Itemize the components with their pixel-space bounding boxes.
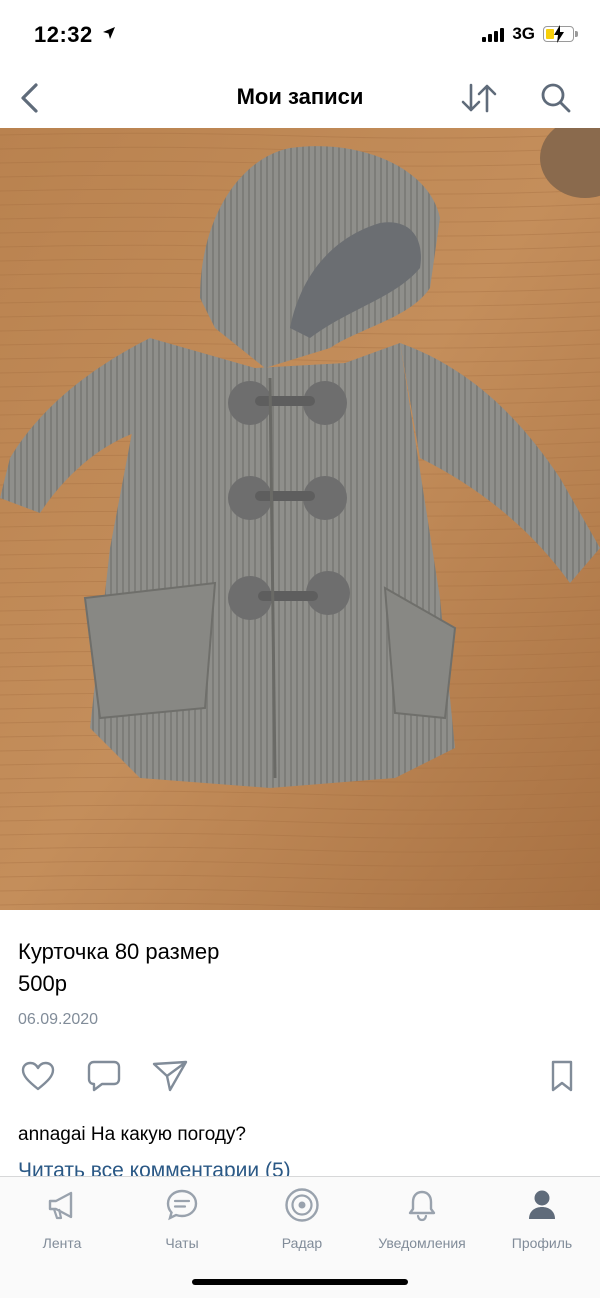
share-button[interactable]	[150, 1056, 190, 1096]
heart-icon	[21, 1061, 55, 1091]
signal-strength-icon	[482, 26, 505, 42]
tab-label: Чаты	[165, 1235, 199, 1251]
status-time: 12:32	[34, 22, 93, 47]
tab-label: Радар	[281, 1235, 323, 1251]
tab-label: Уведомления	[378, 1235, 466, 1251]
comment-button[interactable]	[84, 1056, 124, 1096]
like-button[interactable]	[18, 1056, 58, 1096]
person-icon	[529, 1190, 555, 1219]
post-actions	[0, 1050, 600, 1098]
tab-label: Профиль	[511, 1235, 573, 1251]
comment-bubble-icon	[87, 1060, 121, 1092]
post-photo[interactable]	[0, 128, 600, 910]
sort-arrows-icon	[461, 83, 497, 113]
tab-feed[interactable]: Лента	[2, 1185, 122, 1251]
comment-author[interactable]: annagai	[18, 1124, 86, 1145]
chat-bubble-icon	[166, 1189, 198, 1221]
tab-chats[interactable]: Чаты	[122, 1185, 242, 1251]
megaphone-icon	[48, 1191, 73, 1220]
coat-photo-image	[0, 128, 600, 910]
status-bar: 12:32 3G	[0, 0, 600, 70]
post-title: Курточка 80 размер	[18, 939, 220, 964]
status-indicators: 3G	[482, 24, 578, 44]
search-icon	[541, 83, 571, 113]
navigation-bar: Мои записи	[0, 70, 600, 126]
post-price: 500р	[18, 971, 67, 996]
tab-notifications[interactable]: Уведомления	[362, 1185, 482, 1251]
tab-radar[interactable]: Радар	[242, 1185, 362, 1251]
share-arrow-icon	[152, 1060, 188, 1092]
search-button[interactable]	[536, 78, 576, 118]
network-type: 3G	[512, 24, 535, 43]
comment-text: На какую погоду?	[90, 1124, 246, 1145]
comment-preview: annagai На какую погоду?	[18, 1124, 246, 1146]
battery-icon	[543, 25, 578, 43]
location-arrow-icon	[102, 26, 116, 45]
tab-profile[interactable]: Профиль	[482, 1185, 600, 1251]
post-date: 06.09.2020	[18, 1011, 99, 1028]
bookmark-button[interactable]	[542, 1056, 582, 1096]
sort-button[interactable]	[458, 78, 500, 118]
bookmark-icon	[551, 1060, 573, 1092]
bell-icon	[408, 1190, 436, 1222]
post-text: Курточка 80 размер 500р	[18, 936, 219, 1000]
tab-label: Лента	[42, 1235, 82, 1251]
home-indicator[interactable]	[192, 1279, 408, 1285]
radar-icon	[285, 1188, 319, 1222]
page-title: Мои записи	[236, 84, 364, 109]
